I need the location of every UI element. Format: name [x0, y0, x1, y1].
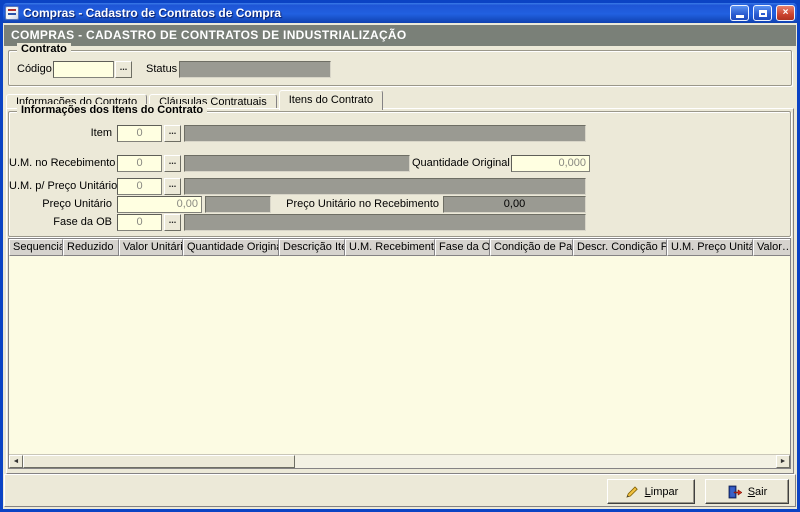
status-field [179, 61, 331, 78]
preco-unitario-input[interactable]: 0,00 [117, 196, 202, 213]
grid-column-valor-unitario[interactable]: Valor Unitário [119, 239, 183, 256]
codigo-browse-button[interactable]: ... [115, 61, 132, 78]
exit-icon [727, 484, 743, 500]
grid-column-quantidade-original[interactable]: Quantidade Original [183, 239, 279, 256]
preco-recebimento-label: Preço Unitário no Recebimento [281, 196, 439, 213]
item-code-input[interactable]: 0 [117, 125, 162, 142]
um-recebimento-input[interactable]: 0 [117, 155, 162, 172]
grid-horizontal-scrollbar[interactable]: ◄ ► [9, 454, 790, 468]
preco-unitario-aux-field [205, 196, 271, 213]
contract-group: Contrato Código ... Status [8, 50, 792, 86]
sair-button[interactable]: Sair [705, 479, 789, 504]
sair-label: Sair [748, 486, 768, 498]
um-recebimento-browse-button[interactable]: ... [164, 155, 181, 172]
codigo-label: Código [17, 61, 52, 78]
grid-column-um-recebimento[interactable]: U.M. Recebimento [345, 239, 435, 256]
um-preco-unitario-input[interactable]: 0 [117, 178, 162, 195]
item-browse-button[interactable]: ... [164, 125, 181, 142]
quantidade-original-input[interactable]: 0,000 [511, 155, 590, 172]
window-title: Compras - Cadastro de Contratos de Compr… [23, 6, 726, 20]
um-recebimento-label: U.M. no Recebimento [9, 155, 112, 172]
page-title: COMPRAS - CADASTRO DE CONTRATOS DE INDUS… [11, 28, 407, 42]
scroll-thumb[interactable] [23, 455, 295, 468]
items-grid: Sequencia Reduzido Valor Unitário Quanti… [8, 238, 791, 469]
fase-ob-desc-field [184, 214, 586, 231]
close-button[interactable]: × [776, 5, 795, 21]
close-icon: × [783, 8, 789, 18]
minimize-icon [736, 15, 744, 18]
grid-column-condicao-de-pagto[interactable]: Condição de Pagto [490, 239, 573, 256]
titlebar[interactable]: Compras - Cadastro de Contratos de Compr… [3, 3, 797, 23]
grid-column-sequencia[interactable]: Sequencia [9, 239, 63, 256]
contract-group-legend: Contrato [17, 43, 71, 55]
scroll-right-button[interactable]: ► [776, 455, 790, 468]
item-label: Item [9, 125, 112, 142]
maximize-icon [759, 10, 767, 17]
status-label: Status [146, 61, 177, 78]
codigo-input[interactable] [53, 61, 114, 78]
app-icon [5, 6, 19, 20]
um-recebimento-desc-field [184, 155, 410, 172]
quantidade-original-label: Quantidade Original [412, 155, 507, 172]
grid-column-um-preco-unitario[interactable]: U.M. Preço Unitário [667, 239, 753, 256]
pencil-icon [624, 484, 640, 500]
app-window: Compras - Cadastro de Contratos de Compr… [0, 0, 800, 512]
preco-unitario-label: Preço Unitário [9, 196, 112, 213]
scroll-left-button[interactable]: ◄ [9, 455, 23, 468]
um-preco-unitario-label: U.M. p/ Preço Unitário [9, 178, 112, 195]
minimize-button[interactable] [730, 5, 749, 21]
um-preco-unitario-desc-field [184, 178, 586, 195]
preco-recebimento-field: 0,00 [443, 196, 586, 213]
um-preco-unitario-browse-button[interactable]: ... [164, 178, 181, 195]
grid-column-descr-condicao-pagto[interactable]: Descr. Condição Pagto [573, 239, 667, 256]
items-group-legend: Informações dos Itens do Contrato [17, 104, 207, 116]
fase-ob-label: Fase da OB [9, 214, 112, 231]
client-area: COMPRAS - CADASTRO DE CONTRATOS DE INDUS… [3, 23, 797, 509]
limpar-label: Limpar [645, 486, 679, 498]
grid-column-valor-unitario-2[interactable]: Valor Unitário [753, 239, 790, 256]
fase-ob-input[interactable]: 0 [117, 214, 162, 231]
footer-panel: Limpar Sair [4, 474, 796, 507]
limpar-button[interactable]: Limpar [607, 479, 695, 504]
grid-column-fase-da-ob[interactable]: Fase da OB [435, 239, 490, 256]
grid-column-descricao-item[interactable]: Descrição Item [279, 239, 345, 256]
items-group: Informações dos Itens do Contrato Item 0… [8, 111, 791, 237]
grid-column-reduzido[interactable]: Reduzido [63, 239, 119, 256]
tab-itens-do-contrato[interactable]: Itens do Contrato [279, 90, 383, 110]
item-description-field [184, 125, 586, 142]
fase-ob-browse-button[interactable]: ... [164, 214, 181, 231]
grid-header-row: Sequencia Reduzido Valor Unitário Quanti… [9, 239, 790, 256]
maximize-button[interactable] [753, 5, 772, 21]
page-header: COMPRAS - CADASTRO DE CONTRATOS DE INDUS… [4, 25, 796, 46]
grid-body[interactable] [9, 256, 790, 454]
